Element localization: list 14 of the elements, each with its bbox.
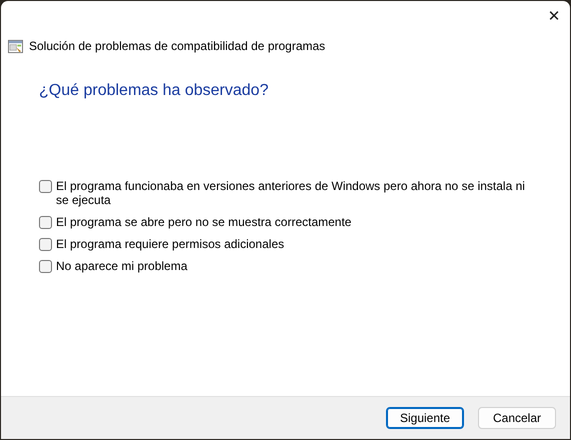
- checkbox[interactable]: [39, 260, 52, 273]
- dialog-button[interactable]: Siguiente: [386, 407, 464, 429]
- window-app-icon: [8, 38, 23, 54]
- window-title: Solución de problemas de compatibilidad de programas: [29, 39, 326, 53]
- checkbox-label: El programa se abre pero no se muestra correctamente: [56, 215, 352, 229]
- dialog-button[interactable]: Cancelar: [478, 407, 556, 429]
- checkbox-label: El programa requiere permisos adicionales: [56, 237, 284, 251]
- checkbox-label: El programa funcionaba en versiones anteriores de Windows pero ahora no se instala ni se ejecuta: [56, 179, 526, 207]
- checkbox[interactable]: [39, 180, 52, 193]
- checkbox[interactable]: [39, 216, 52, 229]
- page-heading: ¿Qué problemas ha observado?: [39, 82, 270, 101]
- checkbox-label: No aparece mi problema: [56, 259, 188, 273]
- checkbox[interactable]: [39, 238, 52, 251]
- close-button[interactable]: ✕: [539, 1, 569, 31]
